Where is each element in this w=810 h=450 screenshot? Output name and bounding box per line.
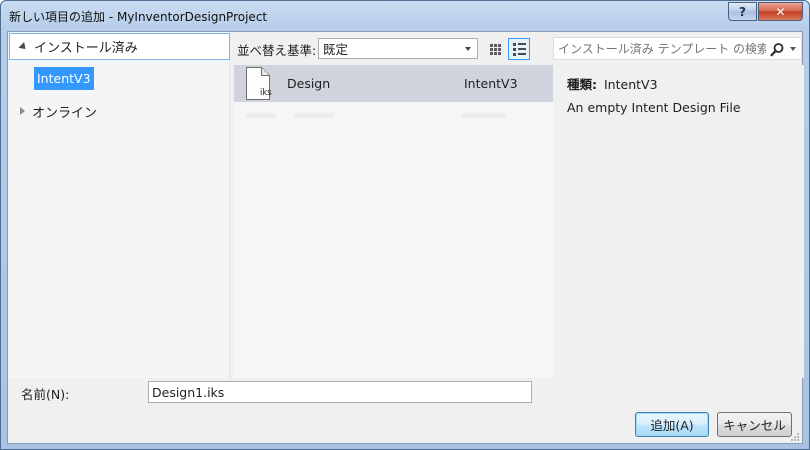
tree-item-intentv3[interactable]: IntentV3 — [34, 67, 94, 90]
collapsed-triangle-icon[interactable] — [20, 107, 25, 115]
help-icon: ? — [739, 4, 746, 19]
details-description: An empty Intent Design File — [567, 100, 741, 115]
template-search-box[interactable] — [553, 37, 802, 60]
details-view-button[interactable] — [508, 38, 530, 60]
sort-by-label: 並べ替え基準: — [237, 43, 317, 58]
details-pane: 種類: IntentV3 An empty Intent Design File — [553, 65, 804, 378]
dropdown-arrow-icon — [465, 47, 471, 51]
grid-view-icon — [489, 43, 501, 55]
help-button[interactable]: ? — [728, 2, 757, 21]
tree-item-intentv3-label: IntentV3 — [37, 71, 91, 86]
template-name: Design — [287, 76, 331, 91]
dialog-body: インストール済み IntentV3 オンライン 並べ替え基準: 既定 インストー… — [7, 31, 804, 444]
resize-grip-icon[interactable] — [790, 431, 800, 441]
tree-item-installed[interactable]: インストール済み — [9, 33, 230, 60]
close-icon: ✕ — [775, 4, 786, 19]
tree-item-online[interactable]: オンライン — [9, 100, 97, 122]
tree-item-online-label: オンライン — [32, 105, 98, 121]
name-label: 名前(N): — [21, 387, 70, 402]
template-type: IntentV3 — [464, 76, 518, 91]
search-options-arrow-icon[interactable] — [790, 47, 796, 51]
file-icon: iks — [243, 67, 272, 100]
title-bar[interactable]: 新しい項目の追加 - MyInventorDesignProject ? ✕ — [1, 1, 809, 31]
add-new-item-dialog: 新しい項目の追加 - MyInventorDesignProject ? ✕ イ… — [0, 0, 810, 450]
close-button[interactable]: ✕ — [758, 2, 803, 21]
small-icons-view-button[interactable] — [484, 38, 506, 60]
faded-row-shadow — [246, 109, 536, 123]
list-view-icon — [512, 42, 526, 56]
template-list: iks Design IntentV3 — [234, 65, 553, 378]
window-title: 新しい項目の追加 - MyInventorDesignProject — [9, 10, 268, 24]
search-input[interactable] — [558, 41, 766, 56]
add-button[interactable]: 追加(A) — [635, 412, 709, 437]
category-tree: インストール済み IntentV3 オンライン — [8, 32, 230, 378]
file-extension: iks — [260, 88, 272, 98]
details-type: 種類: IntentV3 — [567, 74, 658, 93]
sort-by-value: 既定 — [323, 42, 349, 57]
name-field[interactable] — [148, 381, 532, 403]
details-type-value: IntentV3 — [604, 77, 658, 92]
search-icon[interactable] — [769, 42, 785, 58]
cancel-button[interactable]: キャンセル — [717, 412, 792, 437]
tree-item-installed-label: インストール済み — [34, 41, 138, 56]
sort-by-dropdown[interactable]: 既定 — [318, 38, 478, 59]
expanded-triangle-icon[interactable] — [18, 41, 29, 52]
template-item-design[interactable]: iks Design IntentV3 — [234, 65, 553, 102]
details-type-label: 種類: — [567, 77, 597, 92]
